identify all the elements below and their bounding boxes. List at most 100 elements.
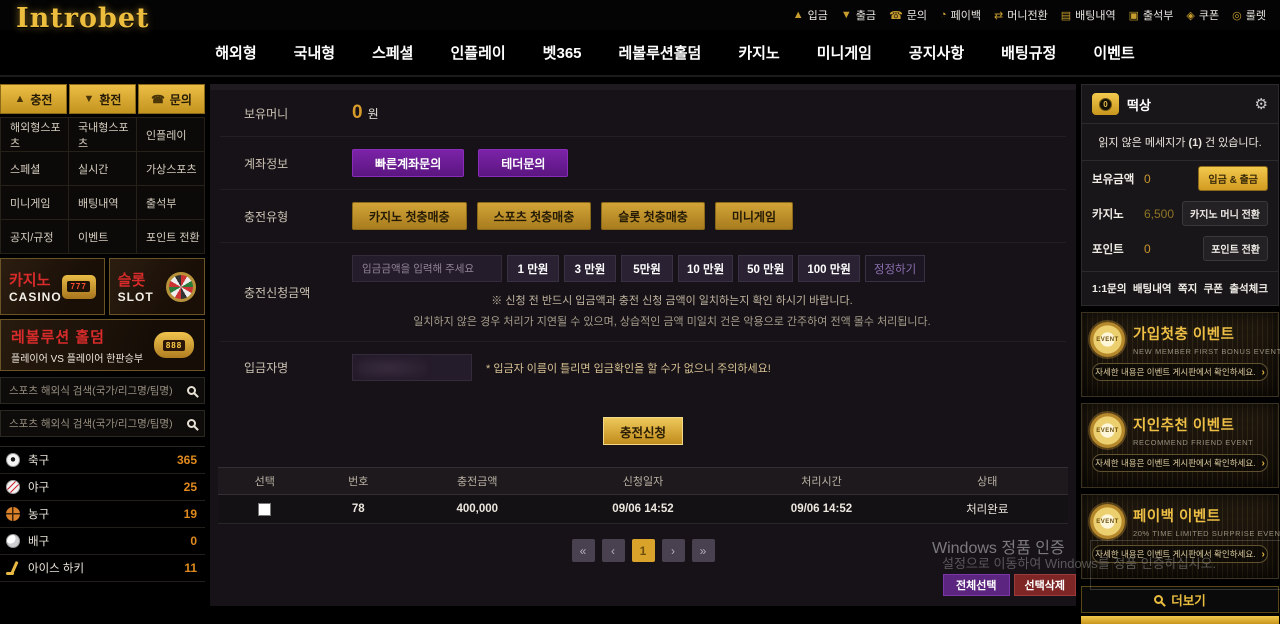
search-icon[interactable] bbox=[187, 419, 196, 428]
sport-row-baseball[interactable]: 야구25 bbox=[0, 474, 205, 501]
event-banner-first-deposit[interactable]: EVENT 가입첫충 이벤트 NEW MEMBER FIRST BONUS EV… bbox=[1081, 312, 1279, 397]
nav-item-inplay[interactable]: 인플레이 bbox=[450, 42, 505, 63]
sidebar-item-virtual-sports[interactable]: 가상스포츠 bbox=[137, 152, 204, 185]
deposit-submit-button[interactable]: 충전신청 bbox=[603, 417, 683, 445]
deposit-icon: ▲ bbox=[793, 9, 804, 21]
sport-row-ice-hockey[interactable]: 아이스 하키11 bbox=[0, 555, 205, 582]
deposit-button[interactable]: ▲충전 bbox=[0, 84, 67, 114]
topbar-link-deposit[interactable]: ▲입금 bbox=[793, 7, 828, 23]
sidebar-item-point-convert[interactable]: 포인트 전환 bbox=[137, 220, 204, 253]
tab-1to1-inquiry[interactable]: 1:1문의 bbox=[1092, 281, 1127, 296]
row-checkbox[interactable] bbox=[258, 503, 271, 516]
sidebar-item-domestic-sports[interactable]: 국내형스포츠 bbox=[69, 118, 136, 151]
topbar-link-inquiry[interactable]: ☎문의 bbox=[889, 7, 927, 23]
nav-item-minigame[interactable]: 미니게임 bbox=[817, 42, 872, 63]
sidebar-item-event[interactable]: 이벤트 bbox=[69, 220, 136, 253]
topbar-link-withdraw[interactable]: ▼출금 bbox=[841, 7, 876, 23]
depositor-name-input[interactable] bbox=[352, 354, 472, 381]
search-icon[interactable] bbox=[187, 386, 196, 395]
sport-row-volleyball[interactable]: 배구0 bbox=[0, 528, 205, 555]
deposit-withdraw-button[interactable]: 입금 & 출금 bbox=[1198, 166, 1268, 191]
sidebar-item-attendance[interactable]: 출석부 bbox=[137, 186, 204, 219]
amount-500000-button[interactable]: 50 만원 bbox=[738, 255, 793, 282]
nav-item-bet365[interactable]: 벳365 bbox=[543, 42, 582, 63]
type-casino-bonus-button[interactable]: 카지노 첫충매충 bbox=[352, 202, 467, 230]
tab-bet-history[interactable]: 배팅내역 bbox=[1133, 281, 1172, 296]
type-minigame-button[interactable]: 미니게임 bbox=[715, 202, 793, 230]
amount-30000-button[interactable]: 3 만원 bbox=[564, 255, 616, 282]
tab-coupon[interactable]: 쿠폰 bbox=[1204, 281, 1223, 296]
withdraw-button[interactable]: ▼환전 bbox=[69, 84, 136, 114]
topbar-link-money-transfer[interactable]: ⇄머니전환 bbox=[994, 7, 1048, 23]
type-sports-bonus-button[interactable]: 스포츠 첫충매충 bbox=[477, 202, 592, 230]
page-prev-button[interactable]: ‹ bbox=[602, 539, 625, 562]
site-logo[interactable]: Introbet bbox=[16, 3, 150, 34]
sport-count: 25 bbox=[184, 480, 197, 494]
sports-search-input-1[interactable] bbox=[9, 385, 187, 397]
page-1-button[interactable]: 1 bbox=[632, 539, 655, 562]
sidebar-item-minigame[interactable]: 미니게임 bbox=[1, 186, 68, 219]
nav-item-revolution-holdem[interactable]: 레볼루션홀덤 bbox=[619, 42, 702, 63]
event-detail-link[interactable]: 자세한 내용은 이벤트 게시판에서 확인하세요.› bbox=[1092, 545, 1268, 563]
topbar-link-bet-history[interactable]: ▤배팅내역 bbox=[1061, 7, 1116, 23]
tether-inquiry-button[interactable]: 테더문의 bbox=[478, 149, 568, 177]
nav-item-event[interactable]: 이벤트 bbox=[1093, 42, 1134, 63]
more-button[interactable]: 더보기 bbox=[1081, 586, 1279, 613]
event-banner-friend-referral[interactable]: EVENT 지인추천 이벤트 RECOMMEND FRIEND EVENT 자세… bbox=[1081, 403, 1279, 488]
topbar-link-coupon[interactable]: ◈쿠폰 bbox=[1186, 7, 1219, 23]
casino-banner[interactable]: 카지노CASINO 777 bbox=[0, 258, 105, 315]
unread-message-notice[interactable]: 읽지 않은 메세지가 (1) 건 있습니다. bbox=[1082, 124, 1278, 160]
nav-item-overseas[interactable]: 해외형 bbox=[215, 42, 256, 63]
point-convert-button[interactable]: 포인트 전환 bbox=[1203, 236, 1268, 261]
event-banner-payback[interactable]: EVENT 페이백 이벤트 20% TIME LIMITED SURPRISE … bbox=[1081, 494, 1279, 579]
type-slot-bonus-button[interactable]: 슬롯 첫충매충 bbox=[601, 202, 705, 230]
delete-selected-button[interactable]: 선택삭제 bbox=[1014, 574, 1076, 596]
avatar: 0 bbox=[1092, 93, 1119, 115]
sport-name: 축구 bbox=[28, 452, 169, 468]
page-next-button[interactable]: › bbox=[662, 539, 685, 562]
col-select: 선택 bbox=[218, 468, 312, 495]
sport-row-soccer[interactable]: 축구365 bbox=[0, 447, 205, 474]
sidebar-item-notice-rules[interactable]: 공지/규정 bbox=[1, 220, 68, 253]
deposit-amount-input[interactable] bbox=[352, 255, 502, 282]
sports-search-input-2[interactable] bbox=[9, 418, 187, 430]
sidebar-item-inplay[interactable]: 인플레이 bbox=[137, 118, 204, 151]
inquiry-button[interactable]: ☎문의 bbox=[138, 84, 205, 114]
sidebar-item-special[interactable]: 스페셜 bbox=[1, 152, 68, 185]
amount-1000000-button[interactable]: 100 만원 bbox=[798, 255, 860, 282]
holdem-banner-subtitle: 플레이어 VS 플레이어 한판승부 bbox=[11, 350, 143, 365]
page-first-button[interactable]: « bbox=[572, 539, 595, 562]
gold-accent-bar bbox=[1081, 616, 1279, 624]
topbar-link-roulette[interactable]: ◎룰렛 bbox=[1232, 7, 1266, 23]
sidebar-item-bet-history[interactable]: 배팅내역 bbox=[69, 186, 136, 219]
select-all-button[interactable]: 전체선택 bbox=[943, 574, 1009, 596]
topbar-link-payback[interactable]: ◔페이백 bbox=[940, 7, 981, 23]
sidebar-item-realtime[interactable]: 실시간 bbox=[69, 152, 136, 185]
event-badge-text: EVENT bbox=[1096, 519, 1119, 525]
nav-item-casino[interactable]: 카지노 bbox=[738, 42, 779, 63]
tab-message[interactable]: 쪽지 bbox=[1178, 281, 1197, 296]
event-detail-link[interactable]: 자세한 내용은 이벤트 게시판에서 확인하세요.› bbox=[1092, 363, 1268, 381]
page-last-button[interactable]: » bbox=[692, 539, 715, 562]
topbar-link-attendance[interactable]: ▣출석부 bbox=[1129, 7, 1174, 23]
amount-clear-button[interactable]: 정정하기 bbox=[865, 255, 925, 282]
amount-10000-button[interactable]: 1 만원 bbox=[507, 255, 559, 282]
nav-item-betting-rules[interactable]: 배팅규정 bbox=[1001, 42, 1056, 63]
quick-account-inquiry-button[interactable]: 빠른계좌문의 bbox=[352, 149, 464, 177]
event-detail-link[interactable]: 자세한 내용은 이벤트 게시판에서 확인하세요.› bbox=[1092, 454, 1268, 472]
roulette-wheel-icon bbox=[166, 272, 196, 302]
revolution-holdem-banner[interactable]: 레볼루션 홀덤 플레이어 VS 플레이어 한판승부 888 bbox=[0, 319, 205, 371]
tab-attendance[interactable]: 출석체크 bbox=[1229, 281, 1268, 296]
nav-item-special[interactable]: 스페셜 bbox=[372, 42, 413, 63]
slot-banner[interactable]: 슬롯SLOT bbox=[109, 258, 205, 315]
wallet-label: 포인트 bbox=[1092, 241, 1144, 257]
nav-item-notice[interactable]: 공지사항 bbox=[909, 42, 964, 63]
amount-100000-button[interactable]: 10 만원 bbox=[678, 255, 733, 282]
nav-item-domestic[interactable]: 국내형 bbox=[294, 42, 335, 63]
casino-money-convert-button[interactable]: 카지노 머니 전환 bbox=[1182, 201, 1268, 226]
sidebar-item-overseas-sports[interactable]: 해외형스포츠 bbox=[1, 118, 68, 151]
gear-icon[interactable]: ⚙ bbox=[1255, 95, 1268, 113]
row-amount: 400,000 bbox=[405, 495, 550, 524]
sport-row-basketball[interactable]: 농구19 bbox=[0, 501, 205, 528]
amount-50000-button[interactable]: 5만원 bbox=[621, 255, 673, 282]
